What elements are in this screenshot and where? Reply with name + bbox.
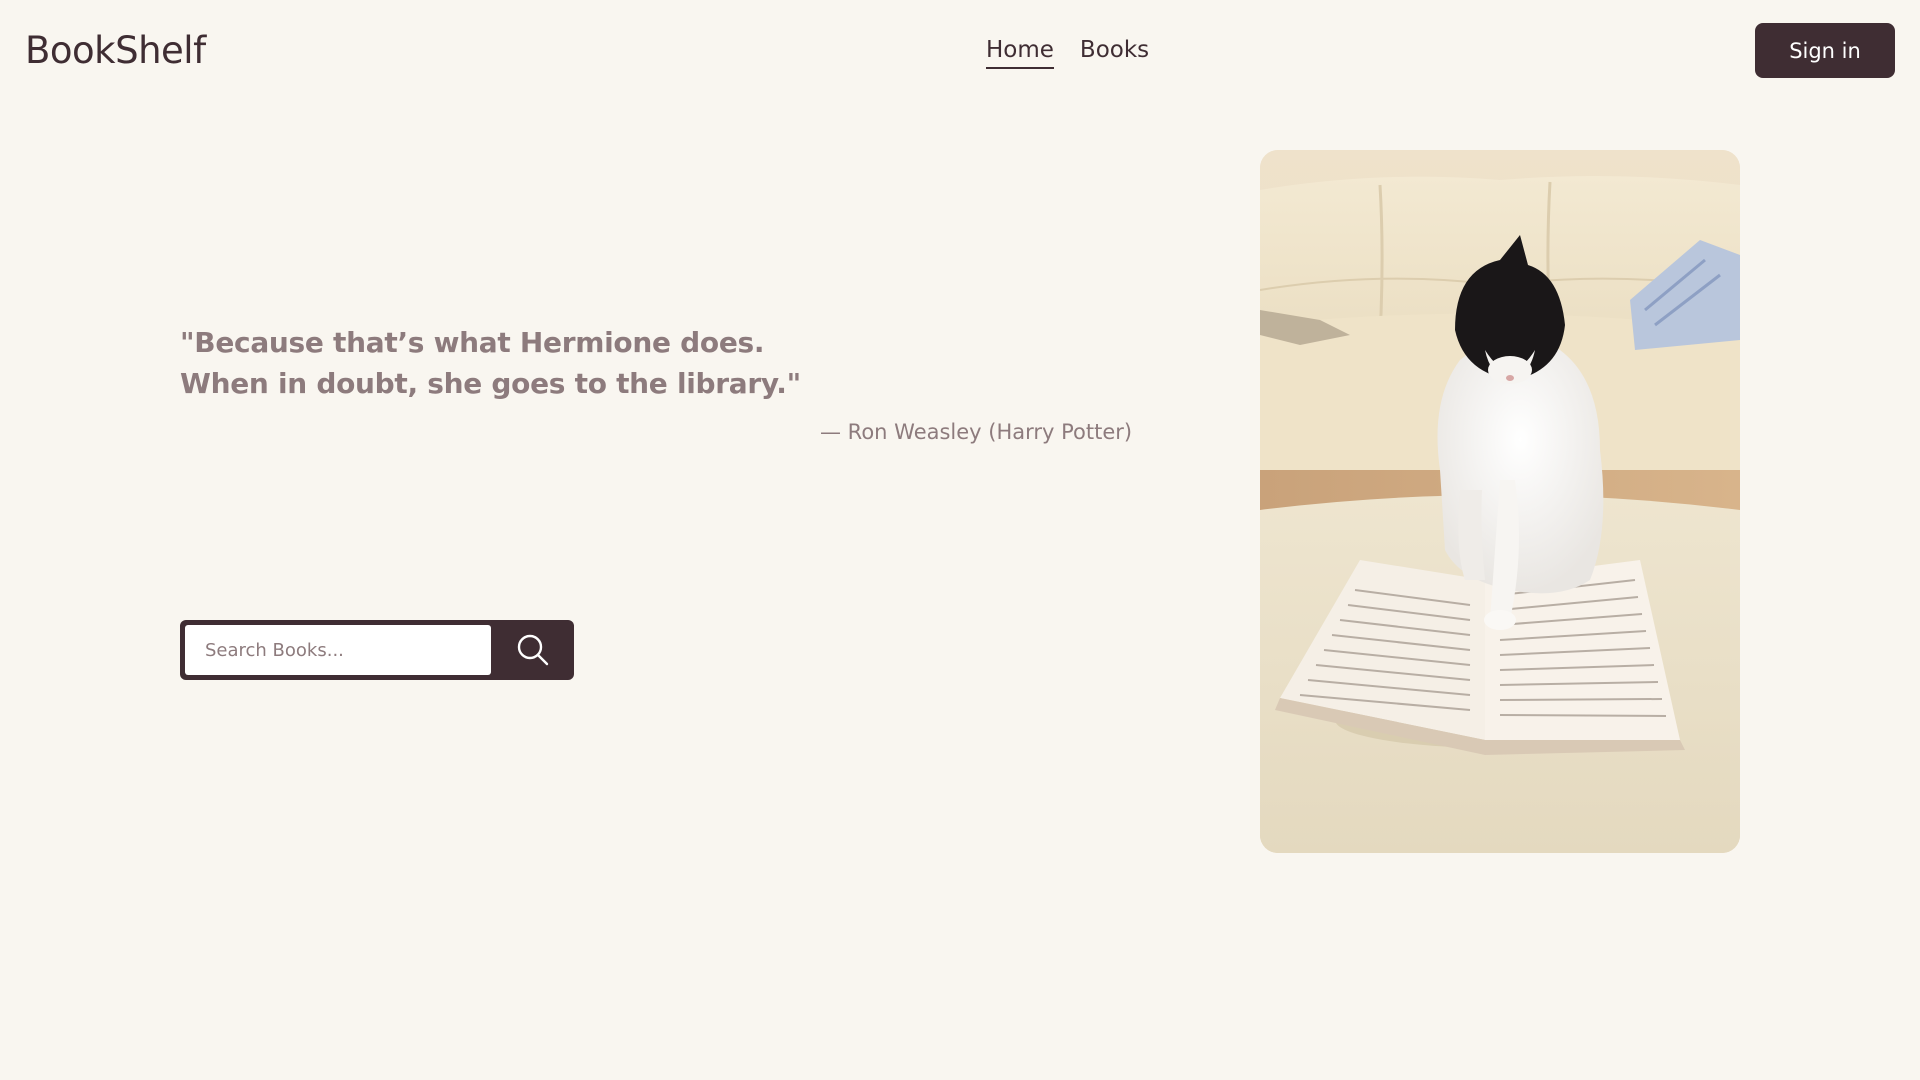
nav-link-books[interactable]: Books [1080, 35, 1149, 69]
quote-line-2: When in doubt, she goes to the library." [180, 367, 801, 400]
site-header: BookShelf Home Books Sign in [0, 0, 1920, 102]
sign-in-button[interactable]: Sign in [1755, 23, 1895, 78]
search-bar [180, 620, 574, 680]
search-icon [517, 634, 548, 666]
search-input[interactable] [185, 625, 491, 675]
main-nav: Home Books [986, 35, 1149, 69]
search-button[interactable] [491, 620, 574, 680]
site-logo[interactable]: BookShelf [25, 26, 206, 76]
quote-attribution: — Ron Weasley (Harry Potter) [820, 420, 1133, 444]
photo-illustration [1260, 150, 1740, 853]
cat-reading-book-photo [1260, 150, 1740, 853]
hero-quote: "Because that’s what Hermione does. When… [180, 322, 920, 404]
quote-line-1: "Because that’s what Hermione does. [180, 326, 765, 359]
nav-link-home[interactable]: Home [986, 35, 1054, 69]
